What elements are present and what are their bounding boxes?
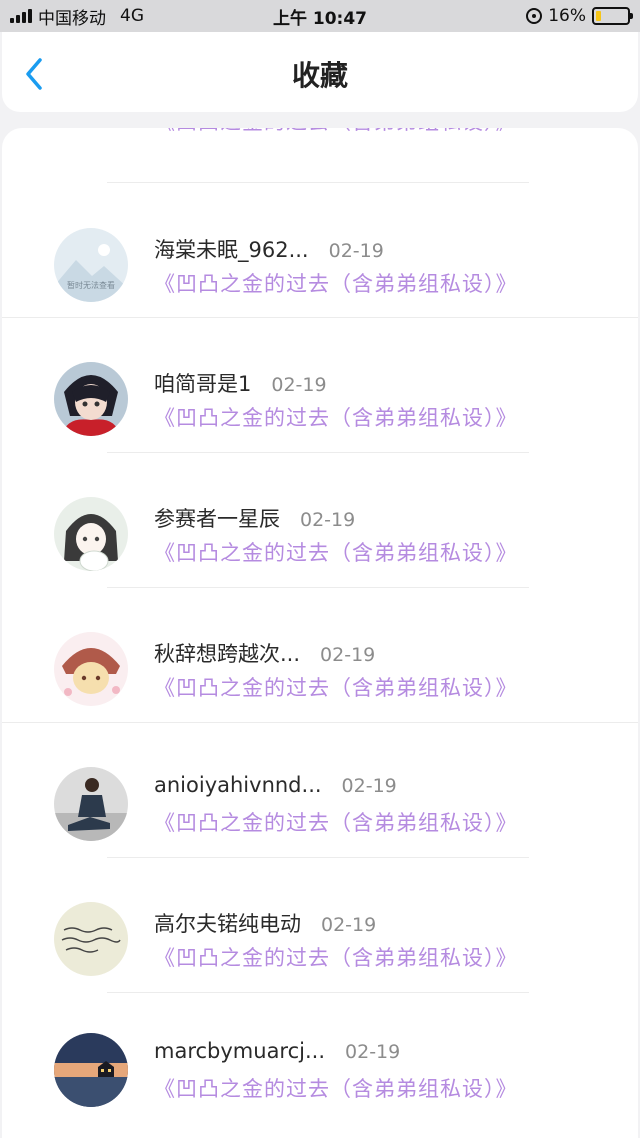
avatar <box>54 497 128 571</box>
list-item[interactable]: anioiyahivnnd... 02-19 《凹凸之金的过去（含弟弟组私设）》 <box>2 723 638 857</box>
avatar: 暂时无法查看 <box>54 228 128 302</box>
list-item[interactable]: marcbymuarcj... 02-19 《凹凸之金的过去（含弟弟组私设）》 <box>2 993 638 1127</box>
post-title[interactable]: 《凹凸之金的过去（含弟弟组私设）》 <box>154 1073 518 1103</box>
anime-avatar-image <box>54 632 128 706</box>
user-name[interactable]: marcbymuarcj... <box>154 1039 325 1063</box>
name-row: 参赛者一星辰 02-19 <box>154 503 355 533</box>
post-date: 02-19 <box>328 240 384 262</box>
user-name[interactable]: 海棠未眠_962... <box>154 234 309 264</box>
post-title[interactable]: 《凹凸之金的过去（含弟弟组私设）》 <box>154 402 518 432</box>
handwriting-avatar-image <box>54 902 128 976</box>
name-row: 海棠未眠_962... 02-19 <box>154 234 384 264</box>
post-title[interactable]: 《凹凸之金的过去（含弟弟组私设）》 <box>154 942 518 972</box>
user-name[interactable]: anioiyahivnnd... <box>154 773 322 797</box>
post-date: 02-19 <box>345 1041 401 1063</box>
name-row: 咱简哥是1 02-19 <box>154 368 327 398</box>
post-title[interactable]: 《凹凸之金的过去（含弟弟组私设）》 <box>154 807 518 837</box>
post-title[interactable]: 《凹凸之金的过去（含弟弟组私设）》 <box>154 537 518 567</box>
photo-avatar-image <box>54 767 128 841</box>
post-date: 02-19 <box>271 374 327 396</box>
list-item[interactable]: 《凹凸之金的过去（含弟弟组私设）》 <box>2 128 638 146</box>
status-right: 16% <box>526 0 633 32</box>
post-date: 02-19 <box>300 509 356 531</box>
battery-icon <box>592 7 633 25</box>
battery-level <box>596 11 601 21</box>
anime-avatar-image <box>54 362 128 436</box>
user-name[interactable]: 咱简哥是1 <box>154 368 251 398</box>
orientation-lock-icon <box>526 8 543 24</box>
favorites-list: 《凹凸之金的过去（含弟弟组私设）》 暂时无法查看 海棠未眠_962... 02-… <box>2 128 638 1138</box>
landscape-avatar-image <box>54 1033 128 1107</box>
avatar <box>54 767 128 841</box>
user-name[interactable]: 秋辞想跨越次... <box>154 638 300 668</box>
list-item[interactable]: 参赛者一星辰 02-19 《凹凸之金的过去（含弟弟组私设）》 <box>2 453 638 587</box>
avatar <box>54 902 128 976</box>
name-row: marcbymuarcj... 02-19 <box>154 1039 400 1063</box>
nav-bar: 收藏 <box>2 32 638 112</box>
status-bar: 中国移动 4G 上午 10:47 16% <box>0 0 640 32</box>
list-item[interactable]: 秋辞想跨越次... 02-19 《凹凸之金的过去（含弟弟组私设）》 <box>2 588 638 722</box>
list-item[interactable]: 暂时无法查看 海棠未眠_962... 02-19 《凹凸之金的过去（含弟弟组私设… <box>2 184 638 318</box>
user-name[interactable]: 参赛者一星辰 <box>154 503 280 533</box>
battery-percent: 16% <box>548 6 586 26</box>
name-row: 高尔夫锘纯电动 02-19 <box>154 908 376 938</box>
post-date: 02-19 <box>341 775 397 797</box>
post-date: 02-19 <box>320 644 376 666</box>
anime-avatar-image <box>54 497 128 571</box>
post-title[interactable]: 《凹凸之金的过去（含弟弟组私设）》 <box>154 672 518 702</box>
page-title: 收藏 <box>291 59 348 92</box>
name-row: anioiyahivnnd... 02-19 <box>154 773 397 797</box>
post-title[interactable]: 《凹凸之金的过去（含弟弟组私设）》 <box>154 128 518 136</box>
post-date: 02-19 <box>321 914 377 936</box>
list-item[interactable]: 咱简哥是1 02-19 《凹凸之金的过去（含弟弟组私设）》 <box>2 318 638 452</box>
divider <box>107 182 529 183</box>
post-title[interactable]: 《凹凸之金的过去（含弟弟组私设）》 <box>154 268 518 298</box>
avatar <box>54 1033 128 1107</box>
name-row: 秋辞想跨越次... 02-19 <box>154 638 375 668</box>
avatar-caption: 暂时无法查看 <box>67 281 115 290</box>
list-item[interactable]: 高尔夫锘纯电动 02-19 《凹凸之金的过去（含弟弟组私设）》 <box>2 858 638 992</box>
avatar <box>54 362 128 436</box>
user-name[interactable]: 高尔夫锘纯电动 <box>154 908 301 938</box>
avatar <box>54 632 128 706</box>
